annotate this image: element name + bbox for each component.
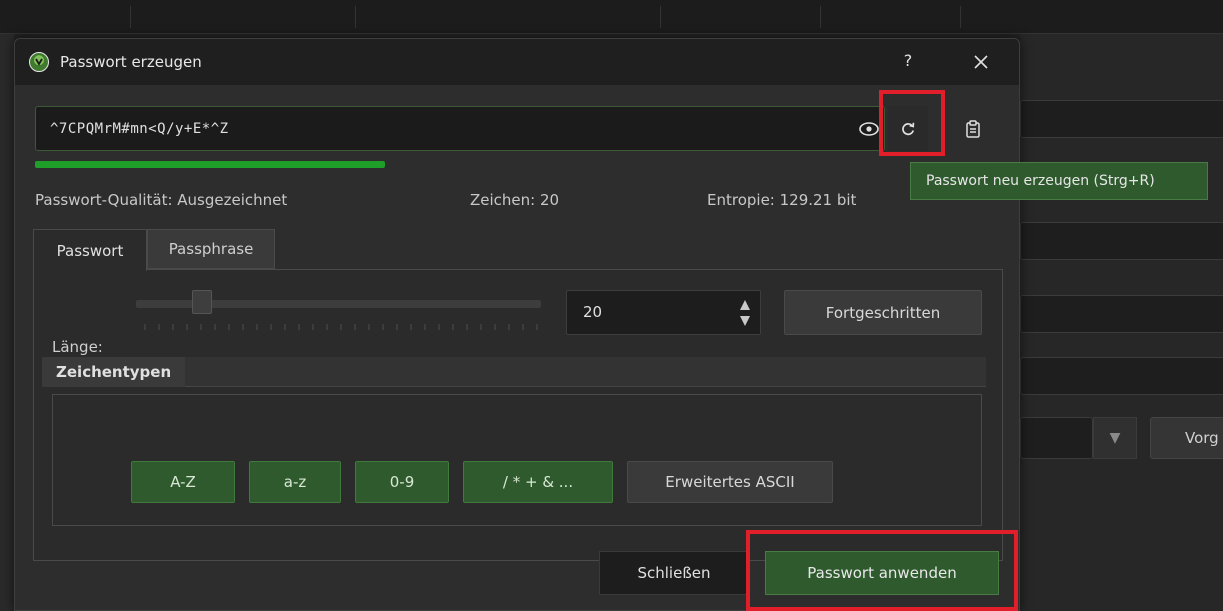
apply-password-button[interactable]: Passwort anwenden [765, 551, 999, 595]
character-types-group: A-Z a-z 0-9 / * + & ... Erweitertes ASCI… [52, 394, 982, 526]
help-button[interactable]: ? [899, 51, 917, 70]
tab-passphrase[interactable]: Passphrase [147, 229, 275, 269]
password-generator-dialog: Passwort erzeugen ? ^7CPQMrM#mn<Q/y+E*^Z… [14, 38, 1020, 611]
background-field[interactable] [1020, 222, 1223, 260]
background-window-toolbar [0, 0, 1223, 34]
password-quality-bar [35, 161, 573, 168]
length-label: Länge: [52, 338, 103, 356]
length-slider-handle[interactable] [192, 290, 212, 314]
refresh-icon [902, 122, 915, 135]
entropy-label: Entropie: 129.21 bit [707, 191, 857, 209]
app-logo-icon [29, 52, 49, 72]
char-type-extended-ascii-button[interactable]: Erweitertes ASCII [627, 461, 833, 503]
password-input[interactable]: ^7CPQMrM#mn<Q/y+E*^Z [35, 106, 885, 151]
advanced-button[interactable]: Fortgeschritten [784, 290, 982, 335]
background-partial-button[interactable]: Vorg [1150, 417, 1223, 459]
password-quality-label: Passwort-Qualität: Ausgezeichnet [35, 191, 288, 209]
background-field[interactable] [1020, 100, 1223, 138]
char-type-uppercase-button[interactable]: A-Z [131, 461, 235, 503]
dialog-titlebar: Passwort erzeugen [15, 39, 1019, 85]
password-tab-panel: Länge: 20 Fortgeschritten Zeichentypen A… [33, 269, 1003, 561]
length-spinbox[interactable]: 20 [566, 290, 761, 335]
length-value: 20 [583, 303, 603, 321]
copy-to-clipboard-button[interactable] [953, 106, 993, 151]
character-count-label: Zeichen: 20 [470, 191, 560, 209]
password-quality-fill [35, 161, 385, 168]
tab-passwort[interactable]: Passwort [33, 229, 147, 271]
background-combo[interactable] [1020, 417, 1093, 459]
char-type-lowercase-button[interactable]: a-z [249, 461, 341, 503]
dialog-title: Passwort erzeugen [60, 53, 202, 71]
character-types-title: Zeichentypen [42, 357, 186, 387]
clipboard-icon [966, 119, 980, 138]
background-field[interactable] [1020, 295, 1223, 333]
length-slider-ticks [144, 324, 539, 330]
eye-icon[interactable] [858, 119, 880, 139]
password-value: ^7CPQMrM#mn<Q/y+E*^Z [50, 120, 229, 137]
background-field[interactable] [1020, 357, 1223, 395]
char-type-digits-button[interactable]: 0-9 [355, 461, 449, 503]
regenerate-password-button[interactable] [888, 106, 928, 151]
combo-arrow-icon[interactable]: ▼ [1093, 417, 1137, 459]
regenerate-tooltip: Passwort neu erzeugen (Strg+R) [910, 162, 1208, 200]
background-window-edge [0, 34, 14, 611]
character-types-header: Zeichentypen [42, 357, 986, 387]
close-icon[interactable] [970, 51, 992, 73]
char-type-special-button[interactable]: / * + & ... [463, 461, 613, 503]
close-button[interactable]: Schließen [599, 551, 749, 595]
spin-arrows-icon[interactable] [738, 295, 752, 331]
